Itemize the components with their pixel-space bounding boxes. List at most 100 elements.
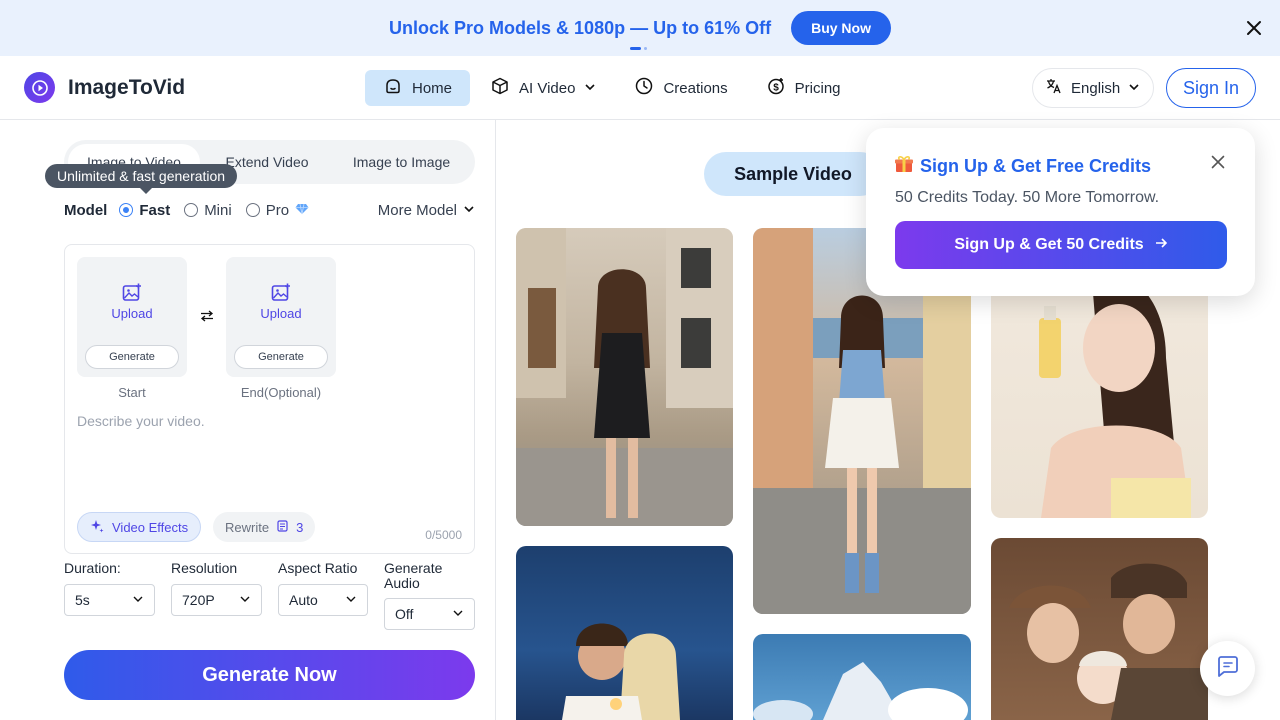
generate-audio-option: Generate Audio <box>384 561 442 591</box>
chevron-down-icon <box>1128 80 1140 97</box>
photo-couple-beach <box>562 623 680 720</box>
site-header: ImageToVid Home AI Video Creations $ Pri… <box>0 56 1280 120</box>
duration-select[interactable]: 5s <box>64 584 155 616</box>
model-option-label: Fast <box>139 201 171 219</box>
tab-image-to-image[interactable]: Image to Image <box>334 144 469 180</box>
model-option-label: Pro <box>265 201 290 219</box>
language-selector[interactable]: English <box>1032 68 1154 108</box>
nav-ai-video[interactable]: AI Video <box>472 70 614 106</box>
home-icon <box>383 76 403 100</box>
chevron-down-icon <box>239 592 251 608</box>
generate-audio-value: Off <box>395 606 414 622</box>
resolution-option: Resolution <box>171 561 237 576</box>
translate-icon <box>1045 77 1063 99</box>
generate-audio-select[interactable]: Off <box>384 598 475 630</box>
model-label: Model <box>64 201 108 219</box>
cube-icon <box>490 76 510 100</box>
aspect-ratio-select[interactable]: Auto <box>278 584 368 616</box>
model-option-label: Mini <box>204 201 232 219</box>
video-effects-button[interactable]: Video Effects <box>77 512 202 542</box>
sample-video-thumbnail[interactable] <box>516 546 733 720</box>
start-frame-upload[interactable]: Upload Generate <box>77 257 187 377</box>
prompt-box: Upload Generate Start Upload Generate En… <box>64 244 475 554</box>
buy-now-button[interactable]: Buy Now <box>791 11 891 45</box>
chat-bubble-icon <box>1216 654 1240 683</box>
rewrite-button[interactable]: Rewrite 3 <box>213 512 316 542</box>
resolution-label: Resolution <box>171 560 238 576</box>
upload-label: Upload <box>260 306 302 321</box>
prompt-input[interactable]: Describe your video. <box>77 413 205 429</box>
video-effects-label: Video Effects <box>112 519 189 535</box>
nav-pricing-label: Pricing <box>794 79 841 97</box>
generate-audio-label: Generate <box>384 560 443 576</box>
model-radio-pro[interactable]: Pro <box>245 201 309 219</box>
close-icon[interactable] <box>1208 152 1228 172</box>
chevron-down-icon <box>345 592 357 608</box>
generate-now-button[interactable]: Generate Now <box>64 650 475 700</box>
logo-play-icon <box>24 72 55 103</box>
promo-carousel-dots <box>630 47 647 50</box>
arrow-right-icon <box>1154 236 1168 255</box>
signup-credits-label: Sign Up & Get 50 Credits <box>954 236 1144 253</box>
photo-iceberg-clouds <box>753 662 968 720</box>
sample-video-tab[interactable]: Sample Video <box>704 152 882 196</box>
sign-in-button[interactable]: Sign In <box>1166 68 1256 108</box>
nav-creations[interactable]: Creations <box>616 70 745 106</box>
upload-label: Upload <box>111 306 153 321</box>
clock-icon <box>634 76 654 100</box>
model-radio-mini[interactable]: Mini <box>184 202 232 219</box>
signup-popup-title: Sign Up & Get Free Credits <box>920 156 1152 176</box>
signup-popup: Sign Up & Get Free Credits 50 Credits To… <box>866 128 1255 296</box>
resolution-value: 720P <box>182 592 215 608</box>
dollar-badge-icon: $ <box>766 76 786 100</box>
aspect-ratio-option: Aspect Ratio <box>278 561 357 576</box>
gift-icon <box>894 154 914 179</box>
generate-audio-label: Audio <box>384 575 420 591</box>
nav-home[interactable]: Home <box>365 70 471 106</box>
model-radio-fast[interactable]: Fast <box>119 202 170 219</box>
main-nav: Home AI Video Creations $ Pricing <box>365 70 861 106</box>
chevron-down-icon <box>584 80 596 97</box>
model-selector: Model Fast Mini Pro More Model <box>64 198 475 222</box>
sample-video-thumbnail[interactable] <box>991 538 1208 720</box>
photo-family-portrait <box>1009 563 1208 720</box>
rewrite-label: Rewrite <box>225 519 270 535</box>
chevron-down-icon <box>132 592 144 608</box>
more-model-dropdown[interactable]: More Model <box>378 202 475 219</box>
model-tooltip: Unlimited & fast generation <box>45 164 238 194</box>
chevron-down-icon <box>452 606 464 622</box>
photo-woman-street <box>516 228 733 526</box>
promo-text: Unlock Pro Models & 1080p — Up to 61% Of… <box>389 17 772 38</box>
chat-button[interactable] <box>1200 641 1255 696</box>
credit-icon <box>277 519 288 535</box>
signup-popup-subtitle: 50 Credits Today. 50 More Tomorrow. <box>895 189 1160 206</box>
sample-video-thumbnail[interactable] <box>516 228 733 526</box>
duration-label: Duration: <box>64 560 121 576</box>
image-add-icon <box>271 283 291 308</box>
nav-creations-label: Creations <box>663 79 728 97</box>
duration-option: Duration: <box>64 561 121 576</box>
duration-value: 5s <box>75 592 90 608</box>
generate-start-image-button[interactable]: Generate <box>85 345 179 369</box>
sample-video-thumbnail[interactable] <box>753 634 971 720</box>
signup-credits-button[interactable]: Sign Up & Get 50 Credits <box>895 221 1227 269</box>
start-caption: Start <box>118 385 146 400</box>
close-icon[interactable] <box>1242 16 1266 40</box>
nav-pricing[interactable]: $ Pricing <box>748 70 859 106</box>
rewrite-count: 3 <box>296 519 304 535</box>
end-frame-upload[interactable]: Upload Generate <box>226 257 336 377</box>
chevron-down-icon <box>463 202 475 219</box>
resolution-select[interactable]: 720P <box>171 584 262 616</box>
nav-home-label: Home <box>412 79 453 97</box>
diamond-icon <box>295 202 309 219</box>
end-caption: End(Optional) <box>240 385 322 400</box>
brand-logo[interactable]: ImageToVid <box>24 72 185 103</box>
aspect-ratio-label: Aspect Ratio <box>278 560 358 576</box>
promo-banner: Unlock Pro Models & 1080p — Up to 61% Of… <box>0 0 1280 56</box>
swap-icon[interactable] <box>200 309 214 328</box>
generate-end-image-button[interactable]: Generate <box>234 345 328 369</box>
generator-panel: Image to Video Extend Video Image to Ima… <box>0 120 496 720</box>
signup-popup-title-row: Sign Up & Get Free Credits <box>894 154 1151 179</box>
brand-name: ImageToVid <box>68 75 186 99</box>
more-model-label: More Model <box>377 201 457 219</box>
